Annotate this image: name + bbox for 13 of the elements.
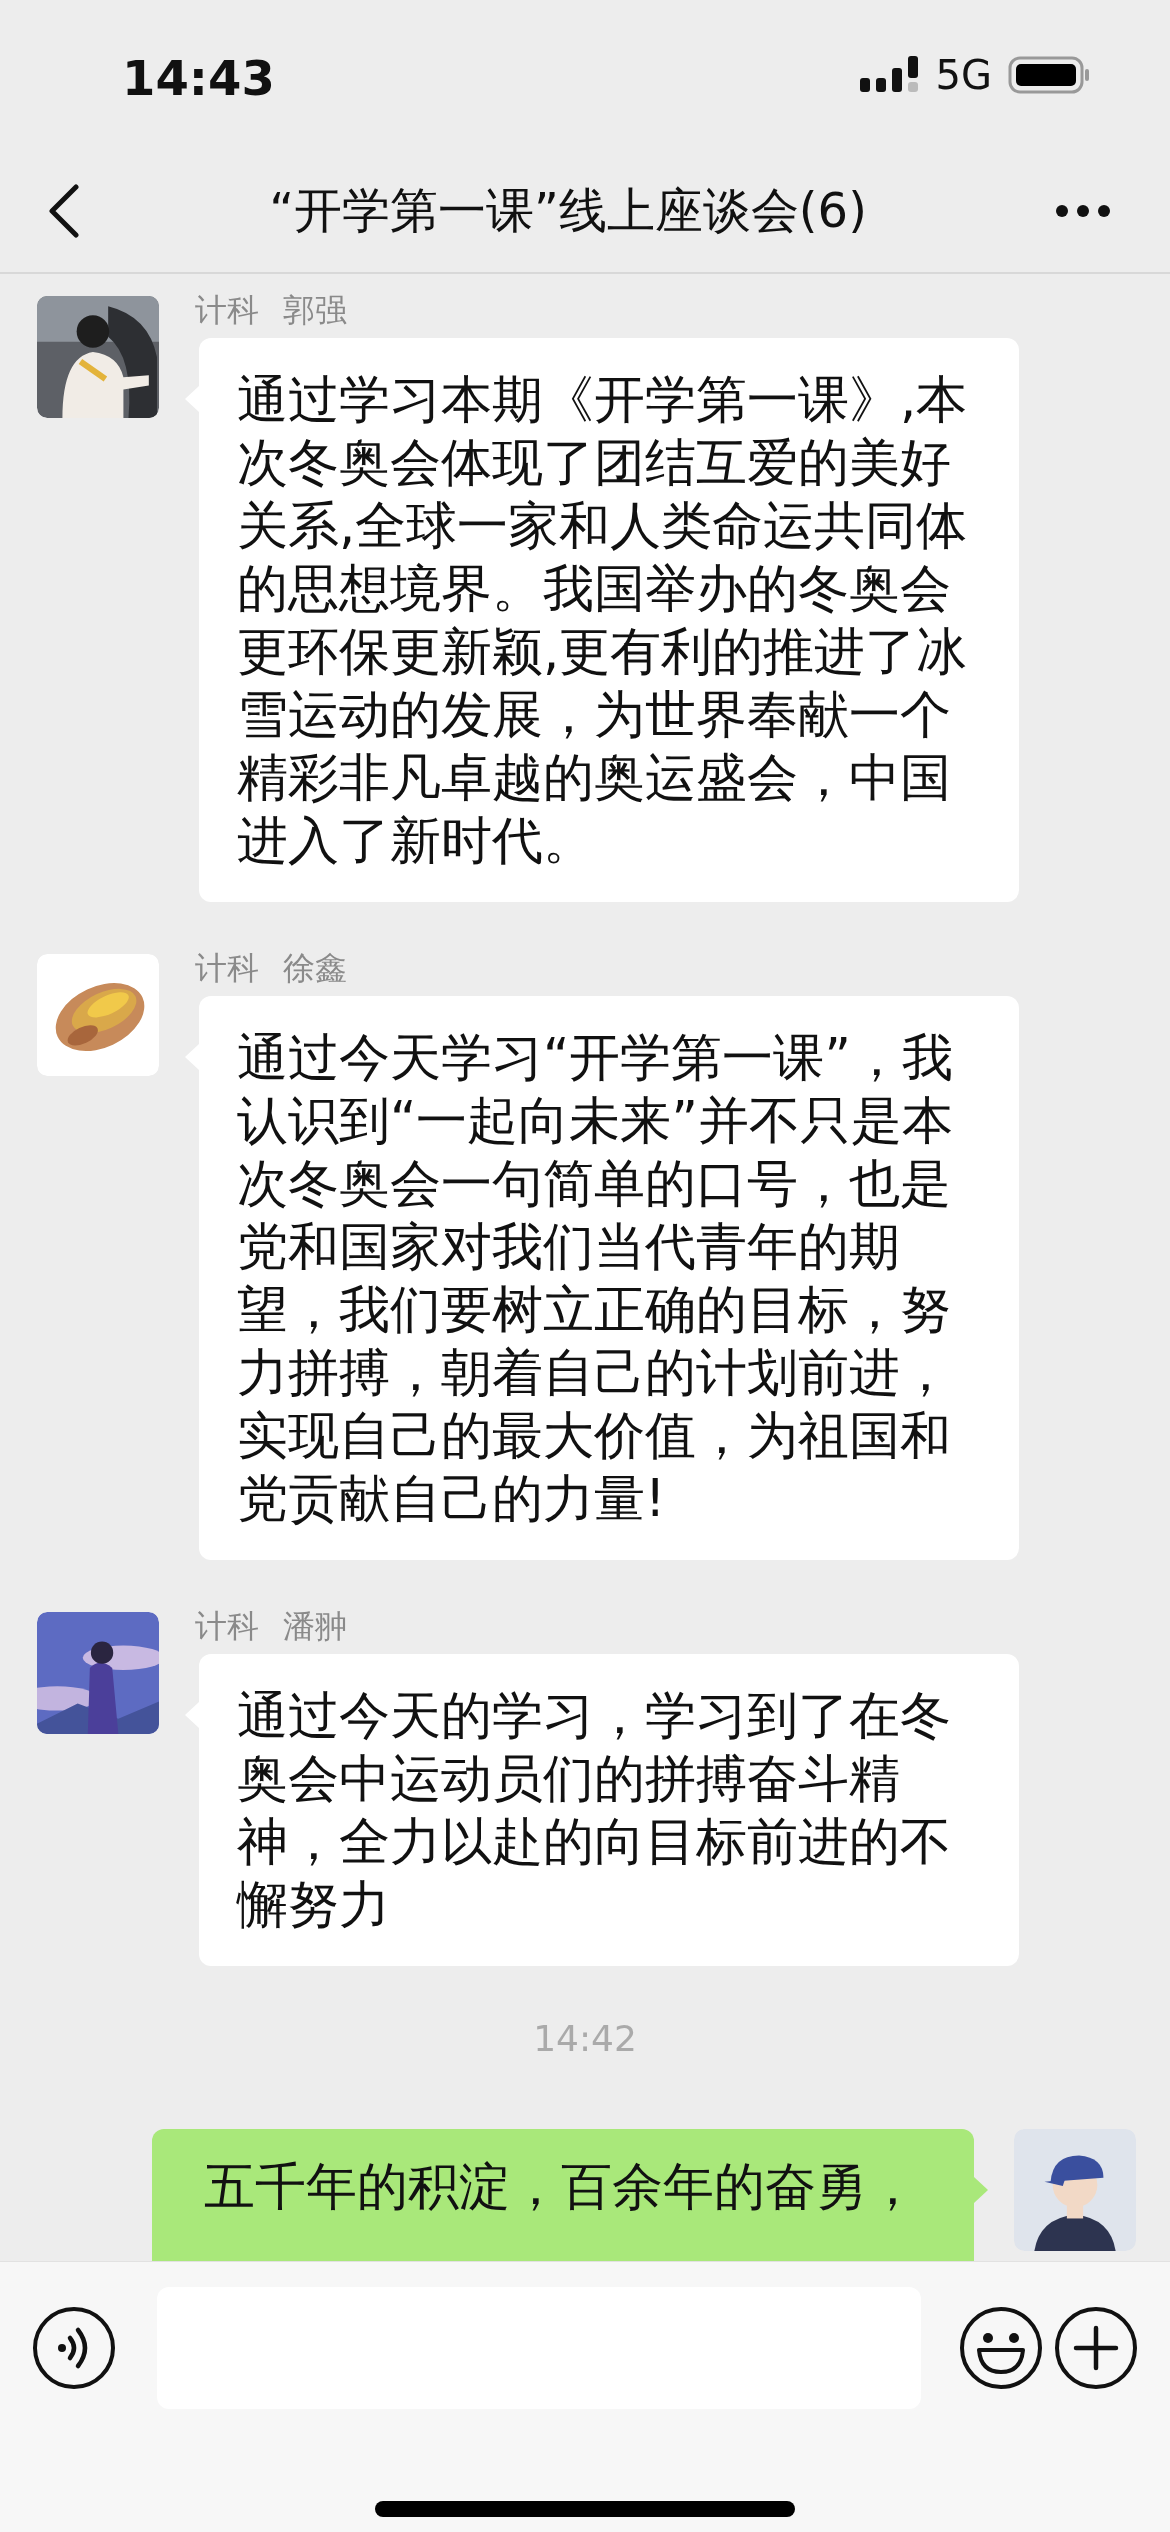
- sender-name: 计科 潘翀: [195, 1606, 348, 1646]
- network-label: 5G: [935, 52, 992, 98]
- add-icon[interactable]: [1053, 2306, 1138, 2390]
- status-time: 14:43: [122, 50, 275, 106]
- battery-icon: [1008, 55, 1090, 95]
- timestamp: 14:42: [532, 2018, 638, 2059]
- back-icon[interactable]: [48, 184, 80, 238]
- emoji-icon[interactable]: [959, 2306, 1044, 2390]
- sender-name: 计科 郭强: [195, 290, 348, 330]
- chat-title: “开学第一课”线上座谈会(6): [269, 181, 867, 240]
- voice-icon[interactable]: [32, 2306, 116, 2390]
- sender-name: 计科 徐鑫: [195, 948, 348, 988]
- more-icon[interactable]: [1056, 205, 1110, 217]
